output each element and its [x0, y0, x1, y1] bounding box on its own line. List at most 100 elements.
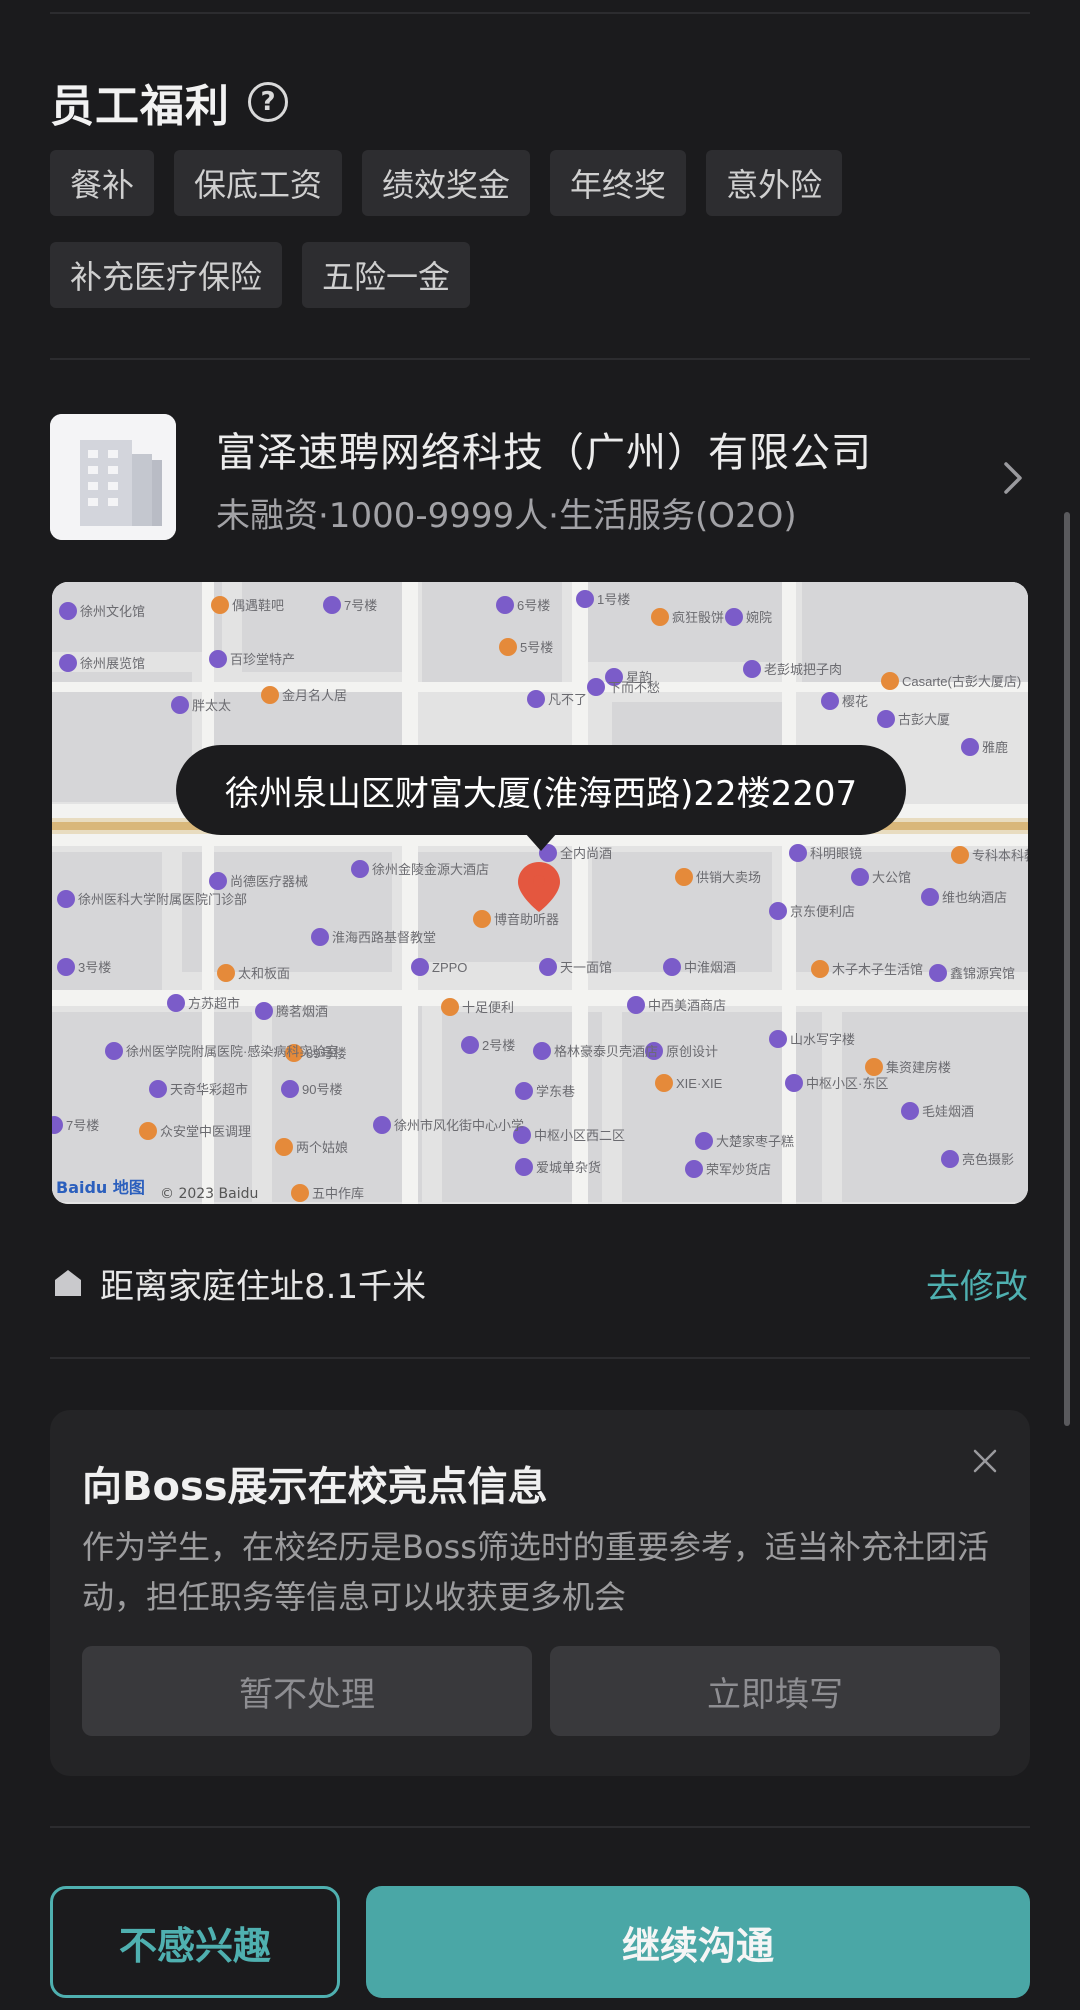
map-poi-icon [57, 890, 75, 908]
location-map[interactable]: 徐州文化馆 偶遇鞋吧 7号楼 6号楼 1号楼 疯狂骰饼 婉院 徐州展览馆 百珍堂特产 5号楼 星韵老… [52, 582, 1028, 1204]
skip-button[interactable]: 暂不处理 [82, 1646, 532, 1736]
map-poi-icon [663, 958, 681, 976]
map-label: 偶遇鞋吧 [232, 598, 284, 613]
map-label: 爱城单杂货 [536, 1160, 601, 1175]
map-label: 亮色摄影 [962, 1152, 1014, 1167]
map-provider-logo: Baidu 地图 [56, 1178, 145, 1197]
distance-label: 距离家庭住址8.1千米 [100, 1266, 427, 1307]
map-label: 博音助听器 [494, 912, 559, 927]
chevron-right-icon [1004, 462, 1022, 494]
card-description: 作为学生，在校经历是Boss筛选时的重要参考，适当补充社团活动，担任职务等信息可… [82, 1528, 989, 1616]
map-label: 6号楼 [517, 598, 550, 613]
map-poi-icon [811, 960, 829, 978]
map-poi-icon [323, 596, 341, 614]
map-label: 樱花 [842, 694, 868, 709]
map-label: 山水写字楼 [790, 1032, 855, 1047]
map-poi-icon [59, 654, 77, 672]
map-label: 中枢小区·东区 [806, 1076, 888, 1091]
map-poi-icon [929, 964, 947, 982]
map-poi-icon [261, 686, 279, 704]
map-poi-icon [881, 672, 899, 690]
map-label: 众安堂中医调理 [160, 1124, 251, 1139]
map-poi-icon [941, 1150, 959, 1168]
bottom-action-bar: 不感兴趣 继续沟通 [0, 1860, 1080, 2010]
map-poi-icon [921, 888, 939, 906]
map-poi-icon [167, 994, 185, 1012]
map-poi-icon [901, 1102, 919, 1120]
map-label: 下而不愁 [608, 680, 660, 695]
map-label: 5号楼 [520, 640, 553, 655]
not-interested-button[interactable]: 不感兴趣 [50, 1886, 340, 1998]
map-label: 全内尚酒 [560, 846, 612, 861]
benefit-tag: 补充医疗保险 [50, 242, 283, 308]
map-label: 原创设计 [666, 1044, 718, 1059]
company-meta: 未融资·1000-9999人·生活服务(O2O) [216, 496, 797, 536]
map-label: 徐州展览馆 [80, 656, 145, 671]
map-poi-icon [576, 590, 594, 608]
map-poi-icon [743, 660, 761, 678]
map-label: 荣军炒货店 [706, 1162, 771, 1177]
home-icon [55, 1270, 81, 1296]
map-label: 7号楼 [344, 598, 377, 613]
map-label: 专科本科教育 [972, 848, 1028, 863]
continue-chat-button[interactable]: 继续沟通 [366, 1886, 1030, 1998]
help-icon[interactable]: ? [248, 82, 288, 122]
map-poi-icon [515, 1082, 533, 1100]
map-poi-icon [441, 998, 459, 1016]
scrollbar[interactable] [1064, 512, 1070, 1426]
close-icon[interactable] [970, 1446, 1000, 1476]
map-poi-icon [539, 958, 557, 976]
map-label: 天一面馆 [560, 960, 612, 975]
map-poi-icon [473, 910, 491, 928]
map-label: 十足便利 [462, 1000, 514, 1015]
map-label: 大楚家枣子糕 [716, 1134, 794, 1149]
map-poi-icon [275, 1138, 293, 1156]
map-label: 百珍堂特产 [230, 652, 295, 667]
map-label: 京东便利店 [790, 904, 855, 919]
map-poi-icon [461, 1036, 479, 1054]
map-label: 雅鹿 [982, 740, 1008, 755]
map-poi-icon [769, 902, 787, 920]
map-poi-icon [496, 596, 514, 614]
company-logo [50, 414, 176, 540]
benefit-tag: 餐补 [50, 150, 155, 216]
map-poi-icon [291, 1184, 309, 1202]
map-label: 1号楼 [597, 592, 630, 607]
map-poi-icon [789, 844, 807, 862]
map-poi-icon [105, 1042, 123, 1060]
company-row[interactable]: 富泽速聘网络科技（广州）有限公司 未融资·1000-9999人·生活服务(O2O… [50, 414, 1030, 540]
map-label: ZPPO [432, 960, 467, 975]
map-label: 木子木子生活馆 [832, 962, 923, 977]
map-poi-icon [149, 1080, 167, 1098]
map-poi-icon [651, 608, 669, 626]
map-label: 方苏超市 [188, 996, 240, 1011]
company-name: 富泽速聘网络科技（广州）有限公司 [216, 430, 872, 476]
map-poi-icon [821, 692, 839, 710]
distance-divider [50, 1357, 1030, 1359]
map-poi-icon [373, 1116, 391, 1134]
map-label: 中枢小区西二区 [534, 1128, 625, 1143]
map-label: 大公馆 [872, 870, 911, 885]
fill-now-button[interactable]: 立即填写 [550, 1646, 1000, 1736]
map-label: 老彭城把子肉 [764, 662, 842, 677]
map-label: 徐州金陵金源大酒店 [372, 862, 489, 877]
benefit-tag: 年终奖 [550, 150, 687, 216]
map-poi-icon [785, 1074, 803, 1092]
map-label: 学东巷 [536, 1084, 575, 1099]
map-poi-icon [209, 872, 227, 890]
map-poi-icon [209, 650, 227, 668]
map-poi-icon [57, 958, 75, 976]
map-label: 鑫锦源宾馆 [950, 966, 1015, 981]
map-poi-icon [877, 710, 895, 728]
map-poi-icon [499, 638, 517, 656]
map-label: XIE·XIE [676, 1076, 723, 1091]
edit-address-link[interactable]: 去修改 [926, 1259, 1028, 1308]
map-poi-icon [281, 1080, 299, 1098]
map-label: 古彭大厦 [898, 712, 950, 727]
map-poi-icon [951, 846, 969, 864]
benefit-tag: 意外险 [706, 150, 843, 216]
map-label: 尚德医疗器械 [230, 874, 308, 889]
map-label: 两个姑娘 [296, 1140, 348, 1155]
map-poi-icon [851, 868, 869, 886]
map-poi-icon [171, 696, 189, 714]
